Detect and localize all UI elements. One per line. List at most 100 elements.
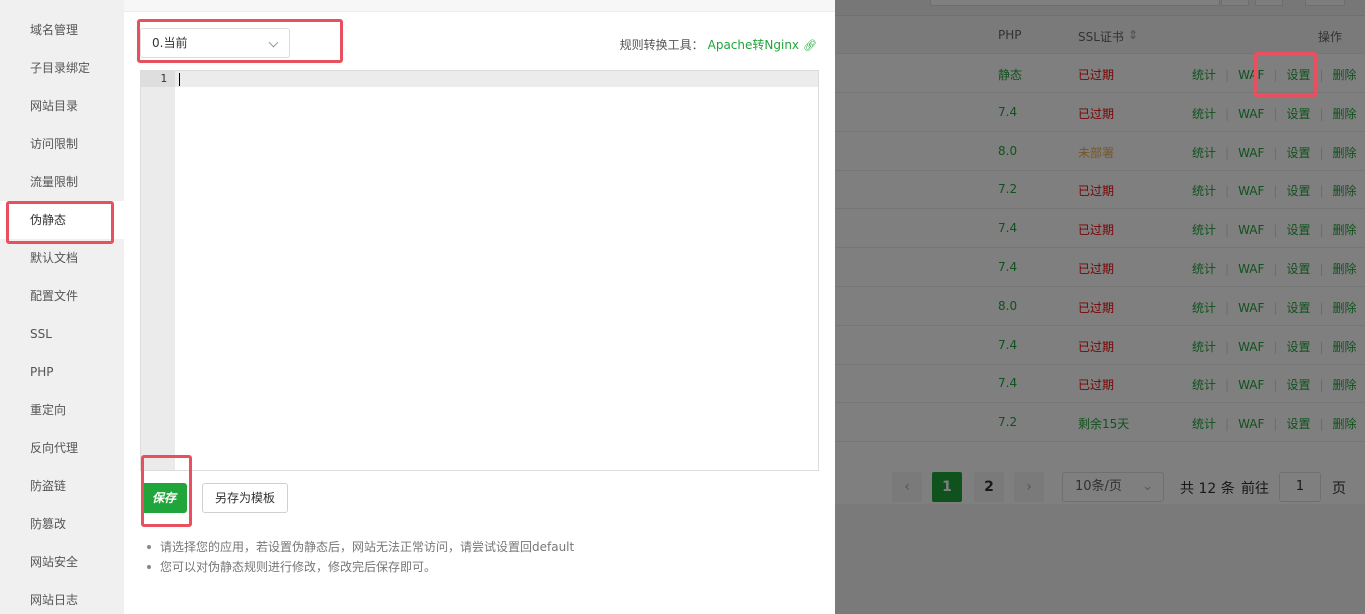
sort-icon[interactable]: ⇕: [1128, 28, 1138, 42]
waf-link[interactable]: WAF: [1238, 146, 1264, 160]
separator: |: [1225, 339, 1230, 354]
sidebar-item[interactable]: 配置文件: [0, 277, 124, 315]
stats-link[interactable]: 统计: [1192, 184, 1216, 198]
ssl-status[interactable]: 未部署: [1078, 144, 1114, 161]
sidebar-item[interactable]: SSL: [0, 315, 124, 353]
sidebar-item[interactable]: 反向代理: [0, 429, 124, 467]
header-ops: 操作: [1318, 30, 1343, 44]
ssl-status[interactable]: 已过期: [1078, 376, 1114, 393]
ssl-status[interactable]: 已过期: [1078, 221, 1114, 238]
save-button[interactable]: 保存: [141, 483, 187, 513]
stats-link[interactable]: 统计: [1192, 107, 1216, 121]
stats-link[interactable]: 统计: [1192, 378, 1216, 392]
next-page-button[interactable]: ›: [1014, 472, 1044, 502]
php-version: 7.4: [998, 337, 1018, 352]
waf-link[interactable]: WAF: [1238, 184, 1264, 198]
sidebar-item[interactable]: 默认文档: [0, 239, 124, 277]
settings-link[interactable]: 设置: [1286, 378, 1310, 392]
settings-link[interactable]: 设置: [1286, 301, 1310, 315]
separator: |: [1273, 339, 1278, 354]
delete-link[interactable]: 删除: [1333, 262, 1357, 276]
stats-link[interactable]: 统计: [1192, 262, 1216, 276]
settings-link[interactable]: 设置: [1286, 223, 1310, 237]
ssl-status[interactable]: 已过期: [1078, 105, 1114, 122]
stats-link[interactable]: 统计: [1192, 146, 1216, 160]
table-row: 7.4 已过期 统计 | WAF | 设置 | 删除: [835, 326, 1365, 365]
prev-page-button[interactable]: ‹: [892, 472, 922, 502]
stats-link[interactable]: 统计: [1192, 223, 1216, 237]
save-as-template-button[interactable]: 另存为模板: [202, 483, 288, 513]
sidebar-item[interactable]: 伪静态: [0, 201, 124, 239]
page-1-button[interactable]: 1: [932, 472, 962, 502]
waf-link[interactable]: WAF: [1238, 340, 1264, 354]
table-row: 8.0 未部署 统计 | WAF | 设置 | 删除: [835, 132, 1365, 171]
header-ssl[interactable]: SSL证书: [1078, 28, 1124, 45]
apache-to-nginx-link[interactable]: Apache转Nginx: [708, 38, 799, 52]
sidebar-item[interactable]: 网站目录: [0, 87, 124, 125]
rewrite-template-select[interactable]: 0.当前: [140, 28, 290, 58]
settings-link[interactable]: 设置: [1286, 417, 1310, 431]
delete-link[interactable]: 删除: [1333, 223, 1357, 237]
goto-page-input[interactable]: 1: [1279, 472, 1321, 502]
toolbar-button[interactable]: [1221, 0, 1249, 6]
settings-link[interactable]: 设置: [1286, 146, 1310, 160]
sidebar-item[interactable]: 网站安全: [0, 543, 124, 581]
stats-link[interactable]: 统计: [1192, 68, 1216, 82]
site-search-input[interactable]: [930, 0, 1220, 6]
delete-link[interactable]: 删除: [1333, 146, 1357, 160]
external-link-icon[interactable]: 🔗︎: [803, 39, 817, 52]
ssl-status[interactable]: 剩余15天: [1078, 415, 1129, 432]
php-version: 8.0: [998, 298, 1018, 313]
waf-link[interactable]: WAF: [1238, 262, 1264, 276]
sidebar-item[interactable]: 重定向: [0, 391, 124, 429]
sidebar-item[interactable]: 域名管理: [0, 11, 124, 49]
sidebar-item[interactable]: 网站日志: [0, 581, 124, 614]
stats-link[interactable]: 统计: [1192, 417, 1216, 431]
page-2-button[interactable]: 2: [974, 472, 1004, 502]
toolbar-button[interactable]: [1305, 0, 1345, 6]
settings-link[interactable]: 设置: [1286, 107, 1310, 121]
stats-link[interactable]: 统计: [1192, 301, 1216, 315]
settings-link[interactable]: 设置: [1286, 340, 1310, 354]
settings-link[interactable]: 设置: [1286, 68, 1310, 82]
separator: |: [1319, 184, 1324, 199]
php-version: 7.4: [998, 104, 1018, 119]
ssl-status[interactable]: 已过期: [1078, 182, 1114, 199]
sidebar-item[interactable]: 访问限制: [0, 125, 124, 163]
waf-link[interactable]: WAF: [1238, 68, 1264, 82]
delete-link[interactable]: 删除: [1333, 378, 1357, 392]
stats-link[interactable]: 统计: [1192, 340, 1216, 354]
delete-link[interactable]: 删除: [1333, 340, 1357, 354]
settings-link[interactable]: 设置: [1286, 262, 1310, 276]
rewrite-rule-editor[interactable]: 1: [140, 70, 819, 471]
waf-link[interactable]: WAF: [1238, 107, 1264, 121]
page-size-select[interactable]: 10条/页 ⌄: [1062, 472, 1164, 502]
separator: |: [1225, 223, 1230, 238]
tip-item: 您可以对伪静态规则进行修改，修改完后保存即可。: [144, 557, 804, 577]
ssl-status[interactable]: 已过期: [1078, 299, 1114, 316]
ssl-status[interactable]: 已过期: [1078, 66, 1114, 83]
waf-link[interactable]: WAF: [1238, 417, 1264, 431]
delete-link[interactable]: 删除: [1333, 68, 1357, 82]
delete-link[interactable]: 删除: [1333, 301, 1357, 315]
sidebar-item[interactable]: PHP: [0, 353, 124, 391]
waf-link[interactable]: WAF: [1238, 223, 1264, 237]
php-version: 7.4: [998, 221, 1018, 236]
sidebar-item[interactable]: 流量限制: [0, 163, 124, 201]
ssl-status[interactable]: 已过期: [1078, 338, 1114, 355]
toolbar-button[interactable]: [1255, 0, 1283, 6]
waf-link[interactable]: WAF: [1238, 378, 1264, 392]
ssl-status[interactable]: 已过期: [1078, 260, 1114, 277]
delete-link[interactable]: 删除: [1333, 107, 1357, 121]
settings-link[interactable]: 设置: [1286, 184, 1310, 198]
separator: |: [1273, 145, 1278, 160]
waf-link[interactable]: WAF: [1238, 301, 1264, 315]
sidebar-item[interactable]: 子目录绑定: [0, 49, 124, 87]
delete-link[interactable]: 删除: [1333, 417, 1357, 431]
rewrite-panel: 0.当前 规则转换工具： Apache转Nginx 🔗︎ 1 保存 另存为模板 请选…: [124, 0, 835, 614]
sidebar-item[interactable]: 防篡改: [0, 505, 124, 543]
sidebar-item[interactable]: 防盗链: [0, 467, 124, 505]
delete-link[interactable]: 删除: [1333, 184, 1357, 198]
php-version: 7.4: [998, 260, 1018, 274]
separator: |: [1225, 417, 1230, 432]
